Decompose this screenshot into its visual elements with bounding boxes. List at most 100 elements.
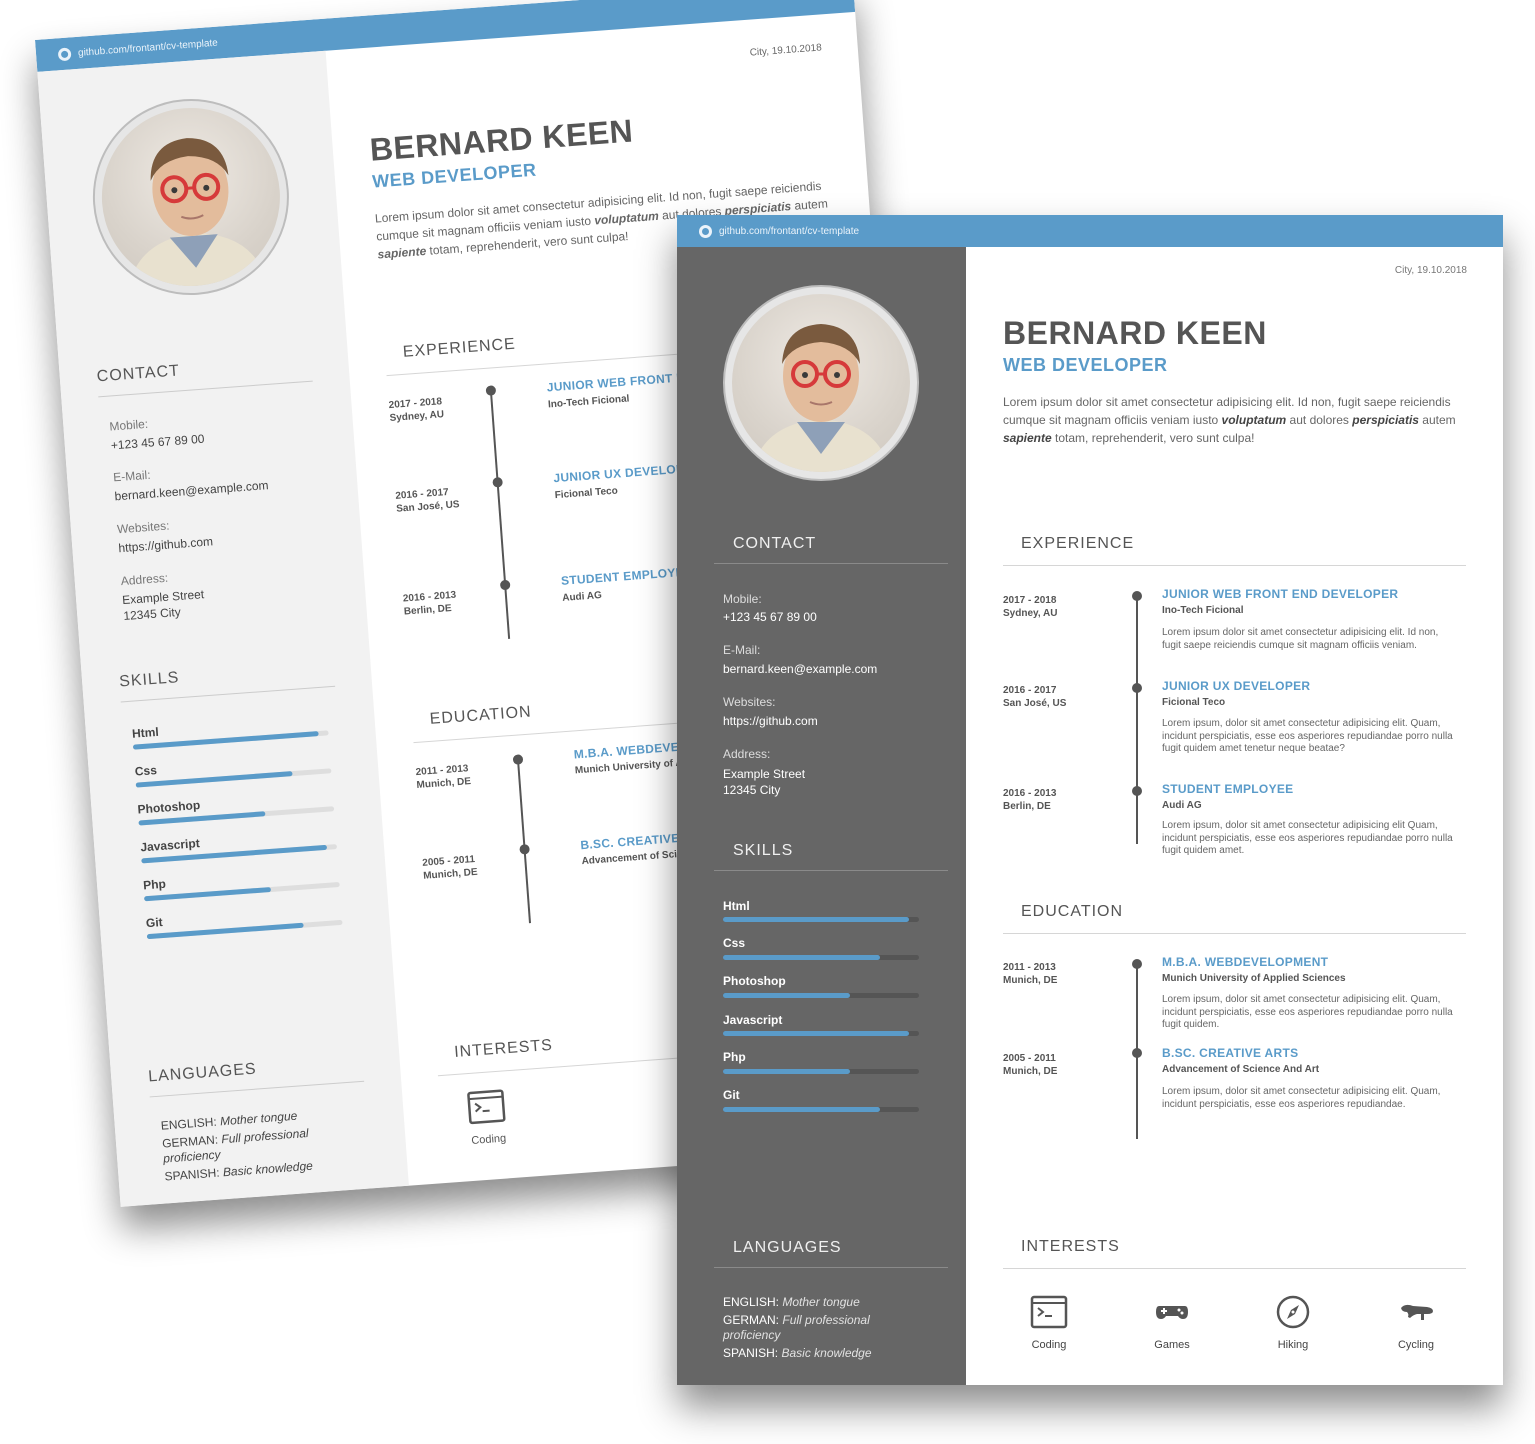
interests-heading: INTERESTS — [1003, 1238, 1466, 1269]
experience-title: STUDENT EMPLOYEE — [560, 564, 693, 588]
address-label: Address: — [723, 747, 771, 761]
date-line: City, 19.10.2018 — [1394, 265, 1467, 276]
education-date: 2011 - 2013 Munich, DE — [1003, 962, 1058, 986]
experience-title: JUNIOR WEB FRONT END DEVELOPER — [1162, 587, 1399, 601]
skill-bar — [723, 955, 919, 960]
experience-org: Audi AG — [561, 589, 603, 604]
interest-label: Games — [1154, 1339, 1190, 1351]
profile-photo — [128, 138, 267, 291]
website-value[interactable]: https://github.com — [723, 713, 818, 729]
skills-heading: SKILLS — [714, 842, 948, 871]
skill-name: Photoshop — [723, 974, 786, 988]
skill-name: Photoshop — [137, 797, 201, 817]
skill-level — [723, 955, 880, 960]
mobile-label: Mobile: — [723, 592, 762, 606]
experience-date: 2017 - 2018 Sydney, AU — [388, 396, 445, 425]
interest-item: Coding — [440, 1087, 534, 1149]
experience-title: JUNIOR UX DEVELOPER — [1162, 679, 1311, 693]
compass-icon — [1276, 1295, 1310, 1329]
interest-label: Coding — [1031, 1339, 1067, 1351]
skill-level — [132, 731, 319, 750]
skill-bar — [723, 1107, 919, 1112]
skill-level — [723, 1069, 851, 1074]
address-label: Address: — [120, 570, 169, 589]
experience-date: 2016 - 2013 Berlin, DE — [1003, 788, 1057, 812]
timeline-dot — [1132, 786, 1142, 796]
skill-bar — [723, 993, 919, 998]
interest-label: Coding — [470, 1132, 507, 1147]
bike-saddle-icon — [1401, 1304, 1433, 1320]
mobile-value: +123 45 67 89 00 — [723, 610, 817, 624]
skill-bar — [132, 730, 329, 750]
timeline-dot — [512, 754, 524, 765]
contact-heading: CONTACT — [714, 535, 948, 564]
interest-label: Cycling — [1397, 1339, 1435, 1351]
timeline-dot — [1132, 959, 1142, 969]
website-value[interactable]: https://github.com — [118, 533, 214, 556]
experience-org: Audi AG — [1162, 800, 1202, 811]
github-icon — [699, 224, 712, 238]
experience-date: 2016 - 2013 Berlin, DE — [402, 589, 457, 618]
person-role: WEB DEVELOPER — [1003, 355, 1168, 375]
languages-heading: LANGUAGES — [714, 1239, 948, 1268]
timeline-dot — [1132, 1048, 1142, 1058]
experience-date: 2017 - 2018 Sydney, AU — [1003, 595, 1058, 619]
timeline-dot — [1132, 683, 1142, 693]
person-name: BERNARD KEEN — [1003, 315, 1267, 351]
top-bar: github.com/frontant/cv-template — [677, 215, 1503, 247]
address-line-2: 12345 City — [122, 604, 182, 624]
interest-item: Games — [1127, 1295, 1217, 1351]
interest-item: Cycling — [1371, 1295, 1461, 1351]
education-date: 2005 - 2011 Munich, DE — [1003, 1053, 1058, 1077]
skill-bar — [144, 881, 340, 902]
skill-level — [723, 1107, 880, 1112]
experience-desc: Lorem ipsum, dolor sit amet consectetur … — [1162, 718, 1453, 754]
skills-heading: SKILLS — [118, 657, 336, 703]
sidebar: CONTACT Mobile: +123 45 67 89 00 E-Mail:… — [677, 247, 966, 1385]
skill-name: Php — [723, 1050, 746, 1064]
profile-photo — [752, 324, 890, 472]
education-title: M.B.A. WEBDEVELOPMENT — [1162, 955, 1329, 969]
person-name: BERNARD KEEN — [368, 112, 635, 168]
mobile-label: Mobile: — [108, 416, 149, 434]
timeline-line — [489, 389, 511, 639]
experience-org: Ficional Teco — [554, 485, 619, 502]
skill-bar — [723, 1031, 919, 1036]
language-item: GERMAN: Full professional proficiency — [723, 1313, 870, 1342]
email-label: E-Mail: — [112, 467, 152, 485]
language-item: SPANISH: Basic knowledge — [723, 1346, 872, 1360]
skill-name: Javascript — [139, 836, 201, 855]
experience-date: 2016 - 2017 San José, US — [1003, 685, 1067, 709]
websites-label: Websites: — [116, 518, 170, 537]
experience-title: STUDENT EMPLOYEE — [1162, 782, 1294, 796]
skill-name: Html — [131, 724, 160, 741]
email-value[interactable]: bernard.keen@example.com — [723, 661, 877, 677]
github-link[interactable]: github.com/frontant/cv-template — [719, 226, 859, 237]
skill-bar — [135, 768, 332, 788]
terminal-icon — [467, 1089, 506, 1125]
experience-org: Ino-Tech Ficional — [1162, 605, 1244, 616]
education-date: 2005 - 2011 Munich, DE — [421, 853, 479, 882]
intro-text: Lorem ipsum dolor sit amet consectetur a… — [1003, 395, 1456, 445]
address-line-2: 12345 City — [723, 783, 781, 797]
websites-label: Websites: — [723, 695, 776, 709]
gamepad-icon — [1156, 1306, 1188, 1319]
timeline-line — [516, 758, 532, 924]
languages-heading: LANGUAGES — [147, 1052, 365, 1098]
skill-bar — [723, 1069, 919, 1074]
experience-heading: EXPERIENCE — [1003, 535, 1466, 566]
timeline-dot — [499, 579, 511, 591]
education-desc: Lorem ipsum, dolor sit amet consectetur … — [1162, 1086, 1441, 1110]
interest-item: Hiking — [1248, 1295, 1338, 1351]
main-column: City, 19.10.2018 BERNARD KEEN WEB DEVELO… — [966, 247, 1503, 1385]
experience-date: 2016 - 2017 San José, US — [394, 486, 460, 515]
experience-desc: Lorem ipsum, dolor sit amet consectetur … — [1162, 820, 1453, 856]
github-icon — [57, 46, 72, 61]
education-org: Advancement of Science And Art — [1162, 1064, 1320, 1075]
github-link[interactable]: github.com/frontant/cv-template — [78, 37, 219, 58]
skill-bar — [146, 919, 343, 940]
experience-org: Ino-Tech Ficional — [547, 393, 630, 411]
skill-name: Html — [723, 899, 750, 913]
skill-bar — [723, 917, 919, 922]
interest-label: Hiking — [1277, 1339, 1309, 1351]
